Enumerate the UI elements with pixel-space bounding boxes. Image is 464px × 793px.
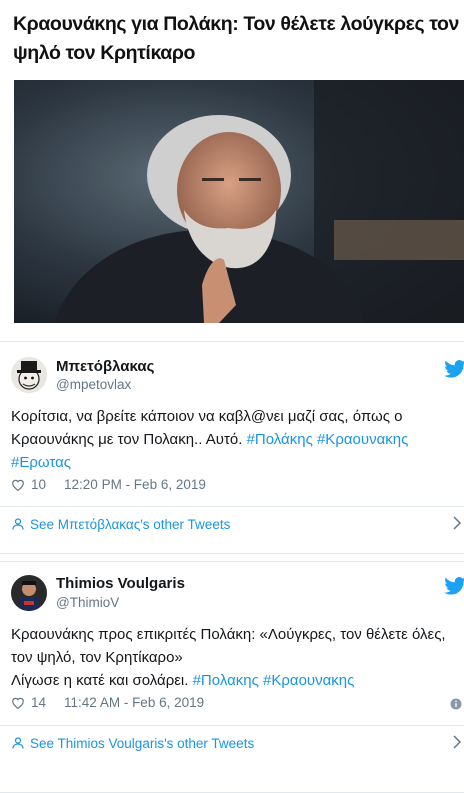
heart-icon[interactable] bbox=[11, 696, 25, 710]
twitter-bird-icon[interactable] bbox=[444, 577, 464, 595]
see-other-tweets-link[interactable]: See Thimios Voulgaris's other Tweets bbox=[0, 725, 464, 760]
see-other-tweets-label: See Thimios Voulgaris's other Tweets bbox=[30, 735, 255, 751]
tweet-text-line-1: Κραουνάκης προς επικριτές Πολάκη: «Λούγκ… bbox=[11, 626, 446, 643]
avatar-image bbox=[11, 357, 47, 393]
hashtag-link[interactable]: #Κραουνακης bbox=[263, 672, 354, 689]
avatar[interactable] bbox=[11, 357, 47, 393]
hashtag-link[interactable]: #Πολάκης bbox=[247, 431, 313, 448]
tweet-meta: 10 12:20 PM - Feb 6, 2019 bbox=[11, 477, 206, 492]
tweet-card-2[interactable]: Thimios Voulgaris @ThimioV Κραουνάκης πρ… bbox=[0, 561, 464, 793]
avatar[interactable] bbox=[11, 575, 47, 611]
tweet-text: Κορίτσια, να βρείτε κάποιον να καβλ@νει … bbox=[11, 405, 451, 474]
tweet-text-line-2: τον ψηλό, τον Κρητίκαρο» bbox=[11, 649, 183, 666]
article-photo bbox=[14, 80, 464, 323]
hashtag-link[interactable]: #Κραουνακης bbox=[317, 431, 408, 448]
like-count: 10 bbox=[31, 477, 47, 492]
tweet-text: Κραουνάκης προς επικριτές Πολάκη: «Λούγκ… bbox=[11, 623, 451, 692]
hashtag-link[interactable]: #Ερωτας bbox=[11, 454, 71, 471]
heart-icon[interactable] bbox=[11, 478, 25, 492]
author-name[interactable]: Μπετόβλακας bbox=[56, 358, 154, 375]
tweet-timestamp[interactable]: 12:20 PM - Feb 6, 2019 bbox=[64, 477, 206, 492]
author-name[interactable]: Thimios Voulgaris bbox=[56, 575, 185, 592]
see-other-tweets-link[interactable]: See Μπετόβλακας's other Tweets bbox=[0, 506, 464, 541]
info-icon[interactable] bbox=[450, 698, 462, 710]
see-other-tweets-label: See Μπετόβλακας's other Tweets bbox=[30, 516, 231, 532]
tweet-timestamp[interactable]: 11:42 AM - Feb 6, 2019 bbox=[64, 695, 204, 710]
author-handle[interactable]: @ThimioV bbox=[56, 595, 119, 610]
author-handle[interactable]: @mpetovlax bbox=[56, 377, 131, 392]
avatar-image bbox=[11, 575, 47, 611]
headline-line-1: Κραουνάκης για Πολάκη: Τον θέλετε λούγκρ… bbox=[13, 13, 459, 35]
tweet-text-line-3: Λίγωσε η κατέ και σολάρει. bbox=[11, 672, 193, 689]
hashtag-link[interactable]: #Πολακης bbox=[193, 672, 259, 689]
person-icon bbox=[12, 737, 24, 749]
tweet-card-1[interactable]: Μπετόβλακας @mpetovlax Κορίτσια, να βρεί… bbox=[0, 341, 464, 554]
headline-line-2: ψηλό τον Κρητίκαρο bbox=[13, 42, 196, 64]
tweet-meta: 14 11:42 AM - Feb 6, 2019 bbox=[11, 695, 204, 710]
twitter-bird-icon[interactable] bbox=[444, 360, 464, 378]
chevron-right-icon[interactable] bbox=[452, 516, 462, 530]
like-count: 14 bbox=[31, 695, 47, 710]
article-headline: Κραουνάκης για Πολάκη: Τον θέλετε λούγκρ… bbox=[13, 10, 464, 68]
person-icon bbox=[12, 518, 24, 530]
chevron-right-icon[interactable] bbox=[452, 735, 462, 749]
